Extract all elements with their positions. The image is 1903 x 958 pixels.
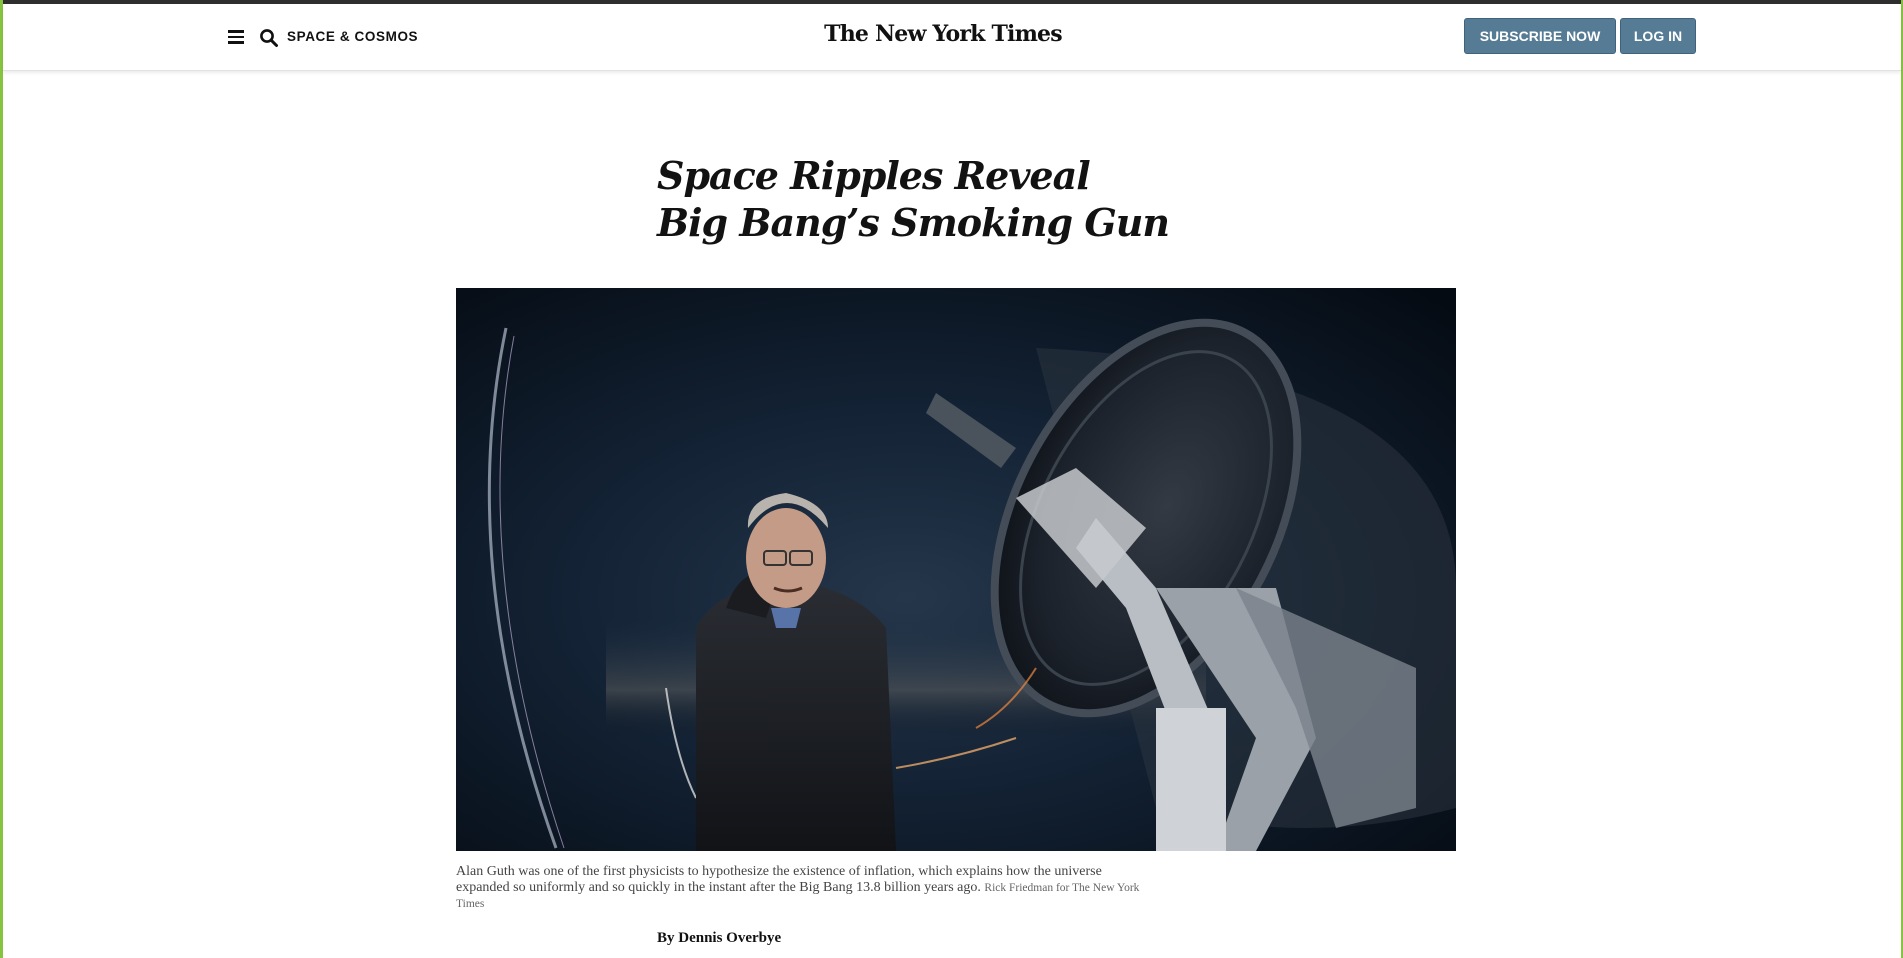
headline-line-2: Big Bang’s Smoking Gun [657, 200, 1170, 245]
hamburger-menu-icon[interactable] [228, 30, 244, 44]
section-link[interactable]: SPACE & COSMOS [287, 29, 418, 44]
headline-line-1: Space Ripples Reveal [657, 153, 1091, 198]
login-button[interactable]: LOG IN [1620, 18, 1696, 54]
masthead: SPACE & COSMOS The New York Times SUBSCR… [3, 4, 1901, 71]
nyt-logo[interactable]: The New York Times [823, 21, 1063, 47]
subscribe-button[interactable]: SUBSCRIBE NOW [1464, 18, 1616, 54]
window-left-edge [0, 0, 3, 958]
lead-photo [456, 288, 1456, 851]
photo-caption: Alan Guth was one of the first physicist… [456, 864, 1156, 912]
byline: By Dennis Overbye [657, 930, 782, 946]
article-headline: Space Ripples Reveal Big Bang’s Smoking … [657, 152, 1357, 246]
search-icon[interactable] [259, 28, 279, 48]
